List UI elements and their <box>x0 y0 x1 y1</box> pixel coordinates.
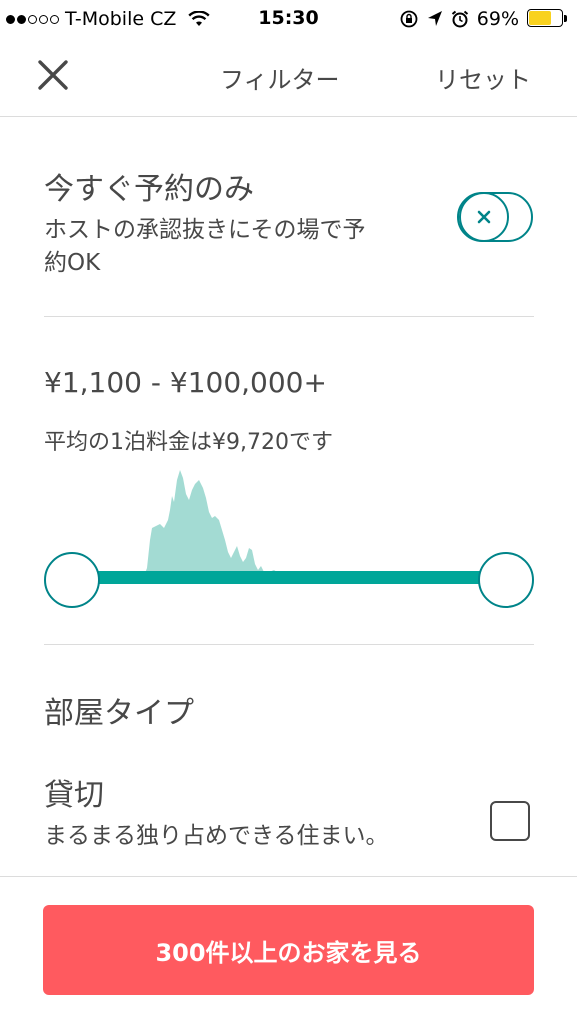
average-price: 平均の1泊料金は¥9,720です <box>44 430 333 455</box>
price-range: ¥1,100 - ¥100,000+ <box>44 366 327 399</box>
instant-book-toggle[interactable] <box>456 190 534 244</box>
status-bar: T-Mobile CZ 15:30 69% <box>0 0 577 40</box>
show-homes-button[interactable]: 300件以上のお家を見る <box>43 905 534 995</box>
alarm-icon <box>451 10 468 28</box>
divider <box>44 316 534 317</box>
instant-book-title: 今すぐ予約のみ <box>44 172 254 207</box>
reset-button[interactable]: リセット <box>435 60 531 95</box>
instant-book-description: ホストの承認抜きにその場で予約OK <box>44 217 366 276</box>
divider <box>44 644 534 645</box>
room-option-entire-label: 貸切 <box>44 778 104 813</box>
price-histogram <box>44 470 534 608</box>
battery-percentage: 69% <box>476 8 519 30</box>
room-option-entire-checkbox[interactable] <box>490 801 530 841</box>
filter-header: フィルター リセット <box>0 40 577 117</box>
footer: 300件以上のお家を見る <box>0 876 577 1025</box>
histogram-area <box>144 470 294 576</box>
location-arrow-icon <box>427 11 442 26</box>
rotation-lock-icon <box>400 10 418 28</box>
price-slider-track <box>72 571 506 584</box>
room-option-entire-description: まるまる独り占めできる住まい。 <box>44 823 389 849</box>
price-slider-max-handle[interactable] <box>478 552 534 608</box>
battery-icon <box>527 9 569 29</box>
room-type-title: 部屋タイプ <box>44 696 194 731</box>
price-slider-min-handle[interactable] <box>44 552 100 608</box>
close-icon[interactable] <box>36 58 72 94</box>
page-title: フィルター <box>220 66 340 94</box>
status-right: 69% <box>399 8 569 30</box>
